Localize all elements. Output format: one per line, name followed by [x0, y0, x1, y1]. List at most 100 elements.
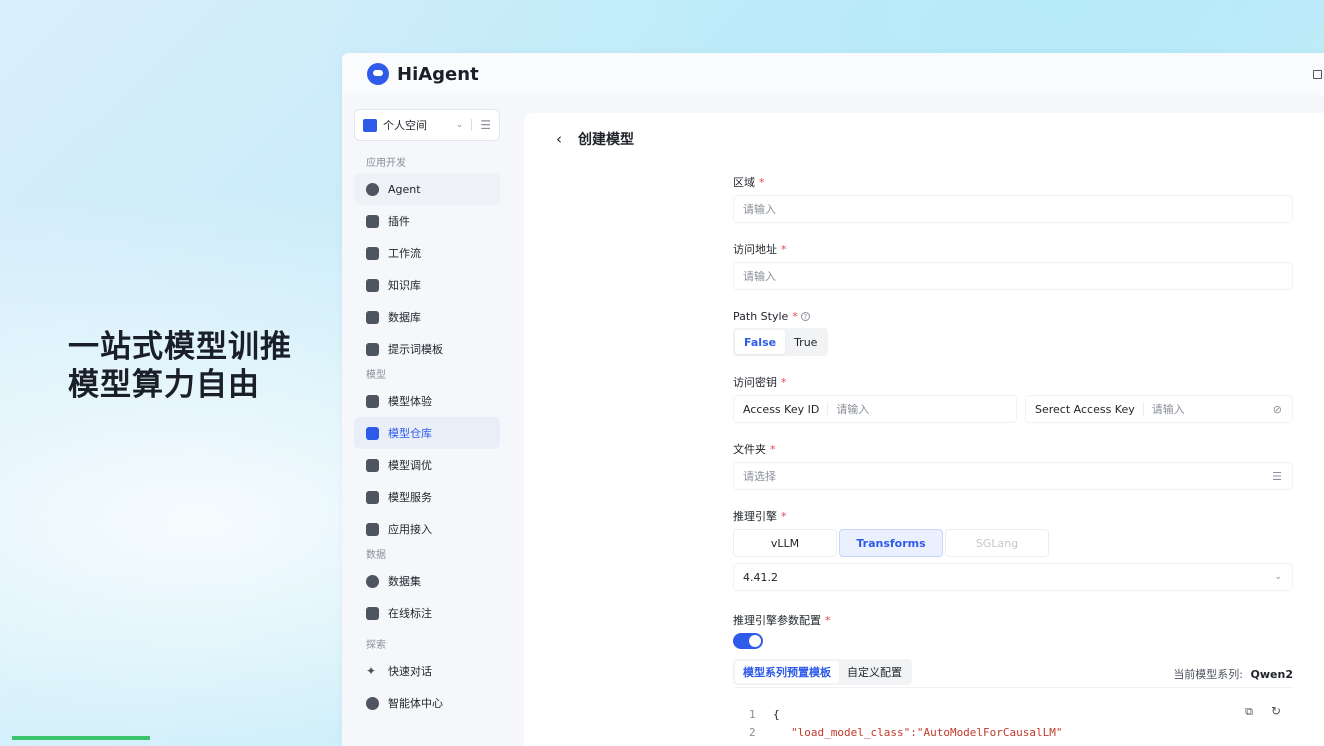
path-style-true[interactable]: True	[785, 330, 826, 354]
path-style-label: Path Style *?	[733, 309, 810, 325]
flask-icon	[366, 458, 379, 472]
sidebar-item-knowledge[interactable]: 知识库	[354, 269, 500, 301]
secret-key-label: Serect Access Key	[1035, 402, 1135, 416]
service-icon	[366, 490, 379, 504]
region-input[interactable]: 请输入	[733, 195, 1293, 223]
tab-custom-config[interactable]: 自定义配置	[839, 661, 910, 683]
engine-label: 推理引擎 *	[733, 510, 787, 523]
puzzle-icon	[366, 214, 379, 228]
series-label: 当前模型系列:	[1173, 668, 1244, 681]
model-series: 当前模型系列: Qwen2	[1173, 666, 1293, 682]
section-data: 数据	[366, 550, 386, 561]
sidebar-item-label: 智能体中心	[388, 697, 443, 710]
agent-center-icon	[366, 696, 379, 710]
chevron-down-icon: ⌄	[1274, 572, 1282, 582]
access-key-label: 访问密钥 *	[733, 376, 787, 389]
reset-icon[interactable]: ↻	[1271, 704, 1281, 718]
back-button[interactable]: ‹	[556, 130, 562, 148]
sidebar-item-quick-chat[interactable]: ✦ 快速对话	[354, 655, 500, 687]
database-icon	[366, 310, 379, 324]
workflow-icon	[366, 246, 379, 260]
sidebar-item-dataset[interactable]: 数据集	[354, 565, 500, 597]
promo-line-2: 模型算力自由	[68, 367, 260, 403]
page-title: 创建模型	[578, 132, 634, 148]
promo-line-1: 一站式模型训推	[68, 329, 292, 365]
sidebar-item-plugin[interactable]: 插件	[354, 205, 500, 237]
page-header: ‹ 创建模型	[556, 129, 634, 149]
secret-key-input[interactable]: 请输入	[1152, 401, 1185, 417]
sidebar-item-workflow[interactable]: 工作流	[354, 237, 500, 269]
series-value: Qwen2	[1250, 668, 1293, 681]
sidebar-item-model-service[interactable]: 模型服务	[354, 481, 500, 513]
code-line: {	[773, 708, 780, 721]
robot-icon	[366, 182, 379, 196]
eye-off-icon[interactable]: ⊘	[1273, 403, 1282, 416]
book-icon	[366, 278, 379, 292]
access-key-id-input[interactable]: 请输入	[836, 401, 869, 417]
main-panel: ‹ 创建模型 区域 * 请输入 访问地址 * 请输入 Path Style *? Fa…	[524, 113, 1324, 746]
window-icon[interactable]	[1313, 70, 1322, 79]
space-avatar-icon	[363, 118, 377, 132]
sidebar-item-label: 插件	[388, 215, 410, 228]
space-selector[interactable]: 个人空间 ⌄ ☰	[354, 109, 500, 141]
annotate-icon	[366, 606, 379, 620]
engine-version-select[interactable]: 4.41.2 ⌄	[733, 563, 1293, 591]
access-key-id-field[interactable]: Access Key ID 请输入	[733, 395, 1017, 423]
cube-icon	[366, 426, 379, 440]
sidebar-item-label: 模型仓库	[388, 427, 432, 440]
sidebar-item-agent-center[interactable]: 智能体中心	[354, 687, 500, 719]
engine-vllm[interactable]: vLLM	[733, 529, 837, 557]
progress-strip	[12, 736, 150, 740]
app-name: HiAgent	[397, 63, 479, 85]
engine-sglang[interactable]: SGLang	[945, 529, 1049, 557]
section-explore: 探索	[366, 640, 386, 651]
sidebar-item-app-access[interactable]: 应用接入	[354, 513, 500, 545]
divider	[471, 119, 473, 131]
path-style-false[interactable]: False	[735, 330, 786, 354]
divider	[1142, 402, 1144, 416]
section-app-dev: 应用开发	[366, 158, 406, 169]
sidebar-item-label: 在线标注	[388, 607, 432, 620]
section-model: 模型	[366, 370, 386, 381]
endpoint-input[interactable]: 请输入	[733, 262, 1293, 290]
list-icon: ☰	[1272, 469, 1282, 483]
sidebar-item-label: 应用接入	[388, 523, 432, 536]
engine-version-value: 4.41.2	[743, 570, 778, 584]
sidebar-item-agent[interactable]: Agent	[354, 173, 500, 205]
apps-icon	[366, 522, 379, 536]
engine-selector: vLLM Transforms SGLang	[733, 529, 1051, 557]
endpoint-label: 访问地址 *	[733, 243, 787, 256]
folder-placeholder: 请选择	[743, 470, 776, 483]
promo-headline: 一站式模型训推 模型算力自由	[68, 328, 292, 404]
help-icon: ?	[800, 312, 810, 321]
sidebar-item-label: 数据集	[388, 575, 421, 588]
top-bar: HiAgent	[342, 53, 1324, 95]
sidebar-item-model-tuning[interactable]: 模型调优	[354, 449, 500, 481]
logo-icon	[367, 63, 389, 85]
path-style-toggle: False True	[733, 328, 829, 356]
sidebar-item-model-repo[interactable]: 模型仓库	[354, 417, 500, 449]
settings-icon[interactable]: ☰	[480, 118, 491, 132]
sidebar-item-model-experience[interactable]: 模型体验	[354, 385, 500, 417]
secret-key-field[interactable]: Serect Access Key 请输入 ⊘	[1025, 395, 1293, 423]
region-label: 区域 *	[733, 176, 765, 189]
engine-params-switch[interactable]	[733, 633, 763, 649]
sidebar-item-label: 模型调优	[388, 459, 432, 472]
sidebar-item-label: 模型体验	[388, 395, 432, 408]
sidebar-item-prompt[interactable]: 提示词模板	[354, 333, 500, 365]
config-tabs: 模型系列预置模板 自定义配置	[733, 659, 912, 685]
engine-transforms[interactable]: Transforms	[839, 529, 943, 557]
sidebar-item-annotate[interactable]: 在线标注	[354, 597, 500, 629]
folder-select[interactable]: 请选择 ☰	[733, 462, 1293, 490]
copy-icon[interactable]: ⧉	[1245, 705, 1253, 719]
code-editor[interactable]: 1 { 2 "load_model_class":"AutoModelForCa…	[733, 687, 1293, 739]
sidebar-item-label: 模型服务	[388, 491, 432, 504]
dataset-icon	[366, 574, 379, 588]
sidebar-item-database[interactable]: 数据库	[354, 301, 500, 333]
prompt-icon	[366, 342, 379, 356]
sidebar-item-label: 知识库	[388, 279, 421, 292]
access-key-id-label: Access Key ID	[743, 402, 820, 416]
tab-preset-template[interactable]: 模型系列预置模板	[735, 661, 839, 683]
sidebar-item-label: 数据库	[388, 311, 421, 324]
engine-params-label: 推理引擎参数配置 *	[733, 614, 831, 627]
